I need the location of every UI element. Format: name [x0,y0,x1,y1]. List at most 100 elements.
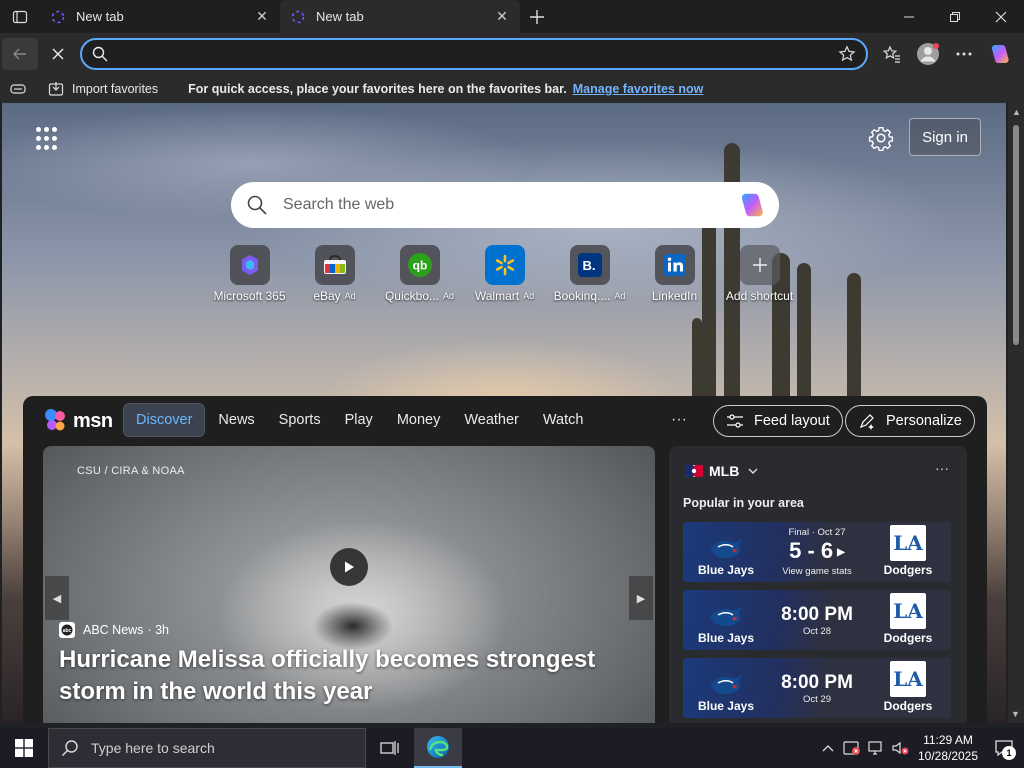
sparkle-pen-icon [859,414,874,430]
page-scrollbar[interactable]: ▲ ▼ [1008,103,1024,723]
copilot-icon [991,45,1009,63]
search-icon [247,195,267,215]
shortcut-walmart[interactable]: Walmart Ad [462,245,547,303]
tab-weather[interactable]: Weather [453,403,530,437]
personalize-button[interactable]: Personalize [845,405,975,437]
game-row[interactable]: Blue Jays 8:00 PM Oct 29 LA Dodgers [683,658,951,718]
tab-new-tab-1[interactable]: New tab ✕ [40,0,280,33]
source-name: ABC News [83,623,144,637]
feed-layout-button[interactable]: Feed layout [713,405,843,437]
team-name: Blue Jays [697,699,755,713]
close-tab-icon[interactable]: ✕ [254,8,270,25]
page-settings-button[interactable] [868,125,894,152]
view-game-stats-link[interactable]: View game stats [782,566,852,577]
tab-sports[interactable]: Sports [268,403,332,437]
add-shortcut-button[interactable]: Add shortcut [717,245,802,303]
quickbooks-icon: qb [399,245,440,285]
svg-text:qb: qb [412,259,427,273]
show-hidden-icons-icon[interactable] [816,728,840,768]
system-clock[interactable]: 11:29 AM 10/28/2025 [912,732,984,764]
scroll-down-arrow-icon[interactable]: ▼ [1011,709,1020,719]
story-headline[interactable]: Hurricane Melissa officially becomes str… [59,644,649,708]
task-view-icon [380,741,399,755]
back-button[interactable] [2,38,38,70]
taskbar-search-box[interactable]: Type here to search [48,728,366,768]
carousel-prev-button[interactable]: ◀ [45,576,69,620]
start-button[interactable] [0,728,48,768]
network-icon[interactable] [864,728,888,768]
tab-actions-icon [12,10,28,23]
game-row[interactable]: Blue Jays 8:00 PM Oct 28 LA Dodgers [683,590,951,650]
more-nav-button[interactable]: ··· [671,411,687,429]
mlb-title: MLB [709,463,740,479]
svg-text:B.: B. [582,258,595,273]
minimize-button[interactable] [886,0,932,33]
favorites-bar-menu-button[interactable] [10,83,26,95]
volume-muted-icon[interactable] [888,728,912,768]
restore-button[interactable] [932,0,978,33]
close-tab-icon[interactable]: ✕ [494,8,510,25]
web-search-box[interactable]: Search the web [231,182,779,228]
team-home: Blue Jays [683,522,769,582]
shortcut-quickbooks[interactable]: qb Quickbo... Ad [377,245,462,303]
shortcut-microsoft-365[interactable]: Microsoft 365 [207,245,292,303]
notification-count-badge: 1 [1002,746,1016,760]
copilot-icon[interactable] [737,190,767,220]
new-tab-button[interactable] [520,0,554,33]
background-cactus [847,273,861,403]
carousel-next-button[interactable]: ▶ [629,576,653,620]
scrollbar-thumb[interactable] [1013,125,1019,345]
game-row[interactable]: Blue Jays Final · Oct 27 5 - 6 ▶ View gam… [683,522,951,582]
profile-button[interactable] [910,38,946,70]
game-score: 5 - 6 ▶ [789,538,845,564]
shortcut-booking[interactable]: B. Bookinq.... Ad [547,245,632,303]
feed-nav: Discover News Sports Play Money Weather … [123,403,596,437]
minimize-icon [904,16,914,17]
new-tab-page: Sign in Search the web Microsoft 365 eBa… [2,103,1006,723]
close-window-button[interactable] [978,0,1024,33]
tab-money[interactable]: Money [386,403,452,437]
clock-time: 11:29 AM [923,733,973,747]
shortcut-ebay[interactable]: eBay Ad [292,245,377,303]
app-launcher-icon[interactable] [36,127,60,151]
shortcut-label: Quickbo... [384,289,439,303]
window-controls [886,0,1024,33]
mlb-header[interactable]: MLB [685,463,759,479]
hero-story-card[interactable]: CSU / CIRA & NOAA ◀ ▶ abc ABC News · 3h … [43,446,655,723]
mlb-more-button[interactable]: ··· [935,460,949,476]
settings-and-more-button[interactable] [946,38,982,70]
shortcut-label: LinkedIn [651,289,698,303]
scroll-up-arrow-icon[interactable]: ▲ [1012,107,1021,117]
quick-links: Microsoft 365 eBay Ad qb Quickbo... Ad Wal… [207,245,807,303]
edge-taskbar-button[interactable] [414,728,462,768]
address-bar[interactable] [80,38,868,70]
manage-favorites-link[interactable]: Manage favorites now [573,82,704,96]
msn-logo[interactable]: msn [43,408,113,434]
address-input[interactable] [116,46,838,62]
shortcut-linkedin[interactable]: LinkedIn [632,245,717,303]
favorites-button[interactable] [874,38,910,70]
svg-text:abc: abc [63,628,72,634]
shortcut-label: eBay [313,289,341,303]
notification-center-button[interactable]: 1 [984,728,1024,768]
tab-actions-button[interactable] [0,0,40,33]
copilot-button[interactable] [982,38,1018,70]
sign-in-button[interactable]: Sign in [909,118,981,156]
restore-icon [950,11,960,22]
tab-play[interactable]: Play [334,403,384,437]
tab-new-tab-2[interactable]: New tab ✕ [280,0,520,33]
task-view-button[interactable] [366,728,414,768]
tab-news[interactable]: News [207,403,265,437]
taskbar-search-placeholder: Type here to search [91,740,215,756]
blue-jays-logo-icon [710,675,742,694]
favorites-icon [883,45,900,63]
search-icon [62,740,78,756]
play-button[interactable] [330,548,368,586]
tab-discover[interactable]: Discover [123,403,206,437]
import-favorites-button[interactable]: Import favorites [48,81,158,97]
tab-watch[interactable]: Watch [532,403,595,437]
game-center: Final · Oct 27 5 - 6 ▶ View game stats [769,522,865,582]
stop-loading-button[interactable] [40,38,76,70]
security-alert-icon[interactable] [840,728,864,768]
favorite-star-icon[interactable] [838,45,856,63]
